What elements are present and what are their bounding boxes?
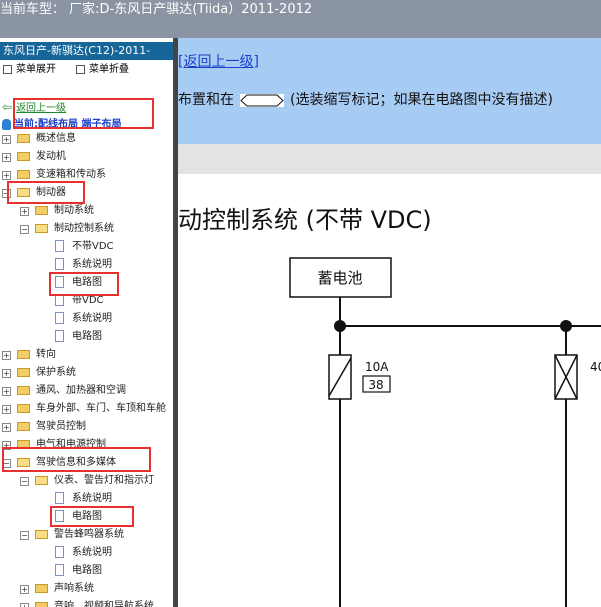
tree-item-gauges-warning-lights[interactable]: − 仪表、警告灯和指示灯 <box>0 473 173 489</box>
tree-item-sound-system[interactable]: + 声响系统 <box>0 581 173 597</box>
battery-label: 蓄电池 <box>317 269 362 287</box>
expand-square-icon <box>3 64 12 74</box>
option-hexagon-icon <box>240 93 284 107</box>
expand-plus-icon: + <box>2 351 11 360</box>
folder-icon <box>35 206 48 215</box>
tree-item-audio-video-nav[interactable]: + 音响、视频和导航系统 <box>0 599 173 607</box>
junction-dot <box>560 320 572 332</box>
expand-plus-icon: + <box>2 405 11 414</box>
tree-item-circuit-diagram[interactable]: 电路图 <box>0 329 173 345</box>
tree-item-brake-system[interactable]: + 制动系统 <box>0 203 173 219</box>
folder-icon <box>17 170 30 179</box>
expand-plus-icon: + <box>20 585 29 594</box>
document-icon <box>55 240 64 252</box>
tree-item-circuit-diagram[interactable]: 电路图 <box>0 563 173 579</box>
back-arrow-icon: ⇦ <box>2 100 13 114</box>
top-bar: 当前车型： 厂家:D-东风日产骐达(Tiida）2011-2012 <box>0 0 601 38</box>
content-toolbar-area <box>178 144 601 174</box>
tree-item-engine[interactable]: + 发动机 <box>0 149 173 165</box>
folder-icon <box>17 134 30 143</box>
tree-item-brake-control[interactable]: − 制动控制系统 <box>0 221 173 237</box>
tree-item-body-exterior[interactable]: + 车身外部、车门、车顶和车舱 <box>0 401 173 417</box>
tree-item-no-vdc[interactable]: 不带VDC <box>0 239 173 255</box>
highlight-box-circuit-2 <box>50 506 134 527</box>
junction-dot <box>334 320 346 332</box>
tree-item-system-desc[interactable]: 系统说明 <box>0 257 173 273</box>
tree-item-system-desc[interactable]: 系统说明 <box>0 311 173 327</box>
collapse-square-icon <box>76 64 85 74</box>
collapse-minus-icon: − <box>20 477 29 486</box>
folder-icon <box>17 368 30 377</box>
folder-open-icon <box>35 530 48 539</box>
collapse-menu-button[interactable]: 菜单折叠 <box>76 62 129 78</box>
expand-plus-icon: + <box>2 153 11 162</box>
folder-icon <box>17 152 30 161</box>
folder-open-icon <box>35 224 48 233</box>
user-icon <box>2 118 11 130</box>
panel-title: 东风日产-新骐达(C12)-2011- <box>0 42 173 60</box>
circuit-diagram: 蓄电池 10A 38 40 <box>289 257 601 607</box>
expand-plus-icon: + <box>20 207 29 216</box>
highlight-box-brakes <box>7 181 85 204</box>
collapse-minus-icon: − <box>20 531 29 540</box>
tree-item-protection[interactable]: + 保护系统 <box>0 365 173 381</box>
document-icon <box>55 546 64 558</box>
folder-icon <box>17 404 30 413</box>
folder-icon <box>17 386 30 395</box>
tree-item-warning-buzzer[interactable]: − 警告蜂鸣器系统 <box>0 527 173 543</box>
folder-open-icon <box>35 476 48 485</box>
tree-item-system-desc[interactable]: 系统说明 <box>0 491 173 507</box>
folder-icon <box>35 584 48 593</box>
folder-icon <box>17 422 30 431</box>
tree-item-hvac[interactable]: + 通风、加热器和空调 <box>0 383 173 399</box>
folder-icon <box>17 350 30 359</box>
description-line: 布置和在 (选装缩写标记；如果在电路图中没有描述) <box>178 92 553 108</box>
page-heading: 动控制系统 (不带 VDC) <box>178 206 432 234</box>
expand-menu-button[interactable]: 菜单展开 <box>3 62 56 78</box>
expand-plus-icon: + <box>2 423 11 432</box>
highlight-box-driver-info <box>2 447 151 472</box>
tree-item-system-desc[interactable]: 系统说明 <box>0 545 173 561</box>
document-icon <box>55 258 64 270</box>
fuse-rating: 40 <box>590 360 601 374</box>
left-nav-panel: 东风日产-新骐达(C12)-2011- 菜单展开 菜单折叠 ⇦ 返回上一级 当前:… <box>0 38 173 607</box>
document-icon <box>55 564 64 576</box>
expand-plus-icon: + <box>20 603 29 607</box>
expand-plus-icon: + <box>2 369 11 378</box>
folder-icon <box>35 602 48 607</box>
expand-plus-icon: + <box>2 387 11 396</box>
collapse-minus-icon: − <box>20 225 29 234</box>
tree-item-overview[interactable]: + 概述信息 <box>0 131 173 147</box>
document-icon <box>55 312 64 324</box>
car-model-title: 当前车型： 厂家:D-东风日产骐达(Tiida）2011-2012 <box>0 2 313 17</box>
fuse-number: 38 <box>368 378 383 392</box>
tree-item-driver-controls[interactable]: + 驾驶员控制 <box>0 419 173 435</box>
highlight-box-circuit <box>49 272 119 296</box>
document-icon <box>55 330 64 342</box>
tree-item-steering[interactable]: + 转向 <box>0 347 173 363</box>
return-link[interactable]: [返回上一级] <box>178 51 259 71</box>
document-icon <box>55 492 64 504</box>
fuse-rating: 10A <box>365 360 389 374</box>
expand-plus-icon: + <box>2 135 11 144</box>
highlight-box-current <box>13 98 154 129</box>
expand-plus-icon: + <box>2 171 11 180</box>
